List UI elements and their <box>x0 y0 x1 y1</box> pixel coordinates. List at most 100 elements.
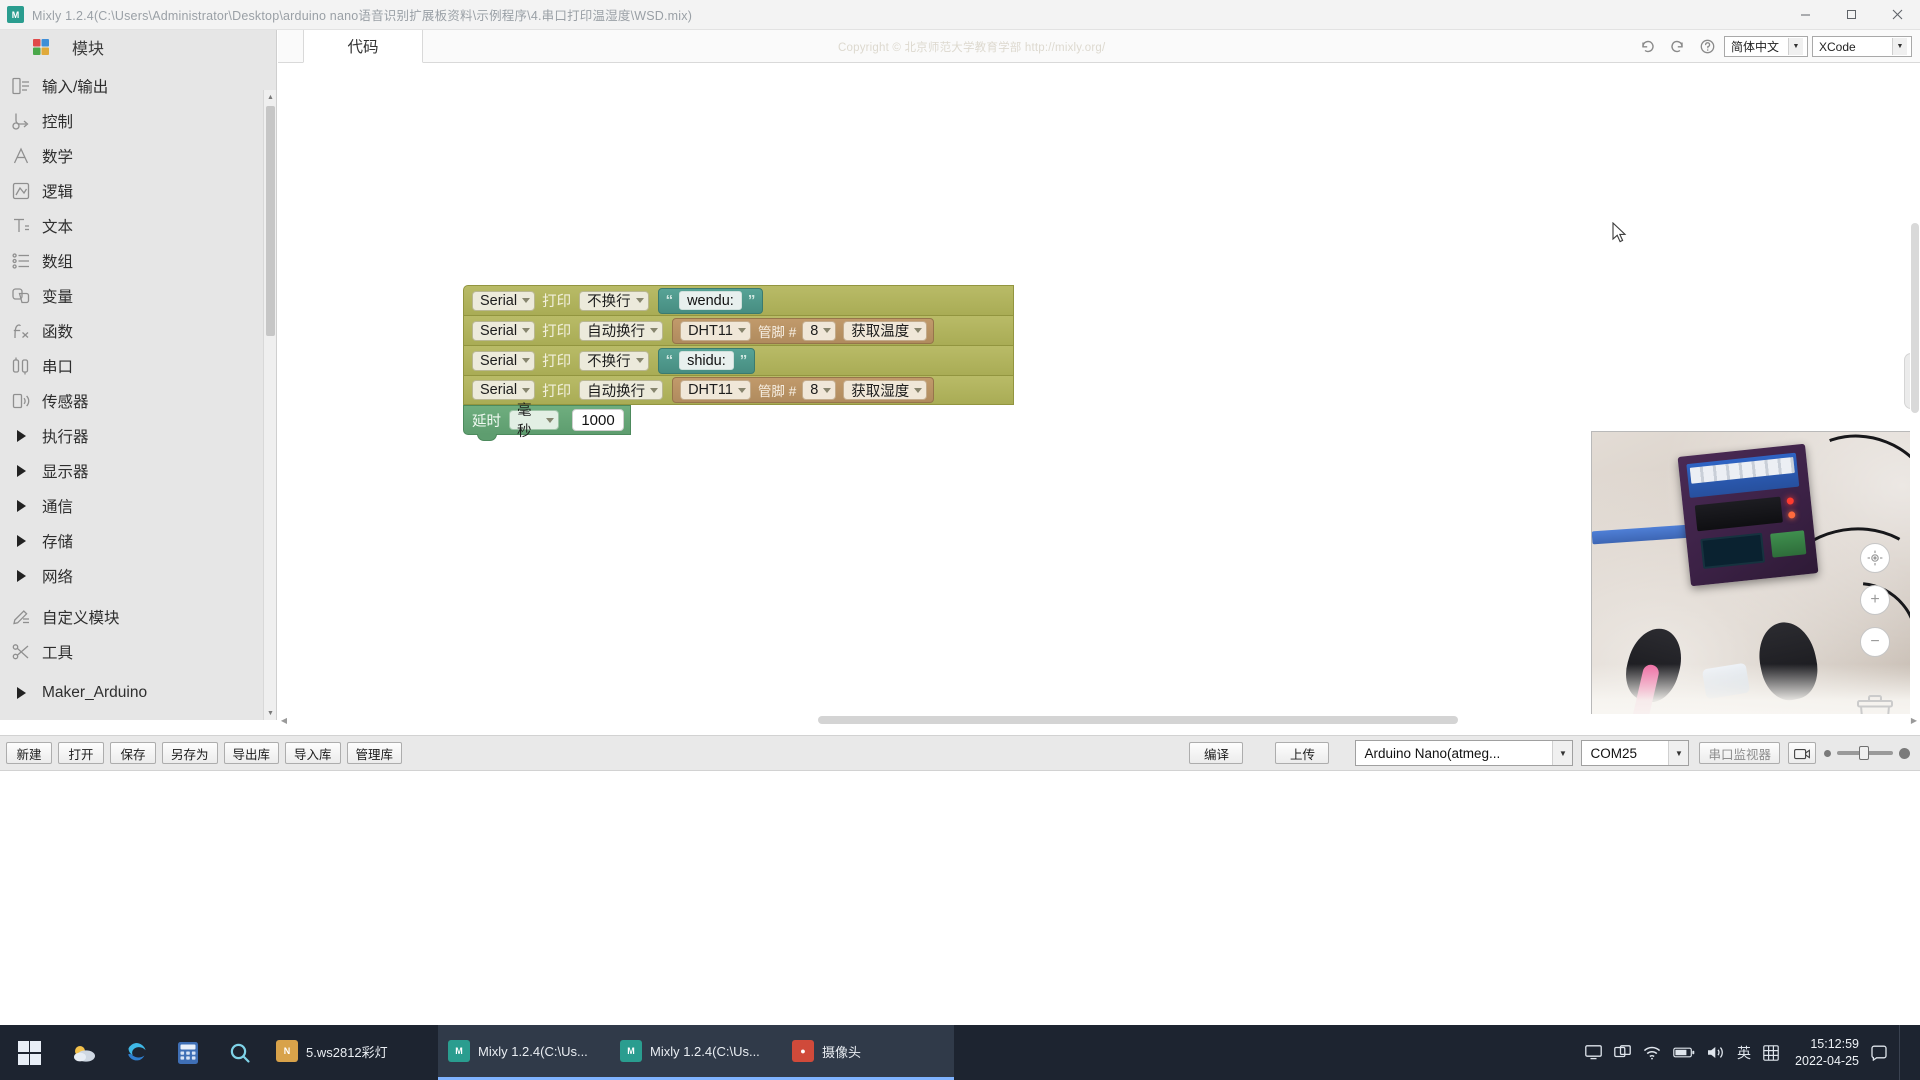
sidebar-item-4[interactable]: 逻辑 <box>0 173 276 208</box>
taskbar-app-1[interactable]: N 5.ws2812彩灯 <box>266 1025 438 1080</box>
serial-port-dropdown[interactable]: Serial <box>472 290 536 311</box>
dht-model-dropdown[interactable]: DHT11 <box>680 380 751 400</box>
text-string-block[interactable]: “ shidu: ” <box>657 347 756 374</box>
newline-dropdown[interactable]: 不换行 <box>579 350 649 371</box>
tab-code[interactable]: 代码 <box>303 30 423 63</box>
delay-block[interactable]: 延时 毫秒 1000 <box>463 403 631 441</box>
zoom-out-icon[interactable]: − <box>1860 627 1890 657</box>
monitor-icon[interactable] <box>1585 1045 1602 1060</box>
dht-model-dropdown[interactable]: DHT11 <box>680 320 751 341</box>
sidebar-item-7[interactable]: 变量 <box>0 278 276 313</box>
language-select[interactable]: 简体中文 ▼ <box>1724 36 1808 57</box>
edge-icon[interactable] <box>110 1025 162 1080</box>
block-stack[interactable]: Serial 打印 不换行 “ wendu: ” Serial 打印 自动换行 … <box>463 285 1014 441</box>
sidebar-item-2[interactable]: 控制 <box>0 103 276 138</box>
upload-button[interactable]: 上传 <box>1275 742 1330 764</box>
toolbar-button-2[interactable]: 打开 <box>58 742 104 764</box>
scrollbar-thumb[interactable] <box>1911 223 1919 413</box>
ime-indicator[interactable]: 英 <box>1737 1043 1751 1063</box>
newline-dropdown[interactable]: 自动换行 <box>579 320 664 341</box>
camera-icon[interactable] <box>1788 742 1816 764</box>
sidebar-item-1[interactable]: 输入/输出 <box>0 68 276 103</box>
sidebar-item-11[interactable]: 执行器 <box>0 418 276 453</box>
serial-print-block[interactable]: Serial 打印 不换行 “ wendu: ” <box>463 285 1014 315</box>
scroll-down-icon[interactable]: ▼ <box>264 706 277 720</box>
toolbar-button-3[interactable]: 保存 <box>110 742 156 764</box>
wifi-icon[interactable] <box>1643 1046 1661 1060</box>
clock[interactable]: 15:12:59 2022-04-25 <box>1795 1036 1859 1070</box>
sidebar-item-6[interactable]: 数组 <box>0 243 276 278</box>
dht-read-dropdown[interactable]: 获取温度 <box>843 320 928 341</box>
undo-icon[interactable] <box>1634 34 1660 60</box>
calculator-icon[interactable] <box>162 1025 214 1080</box>
blockly-workspace[interactable]: Serial 打印 不换行 “ wendu: ” Serial 打印 自动换行 … <box>278 63 1920 720</box>
scroll-right-icon[interactable]: ▶ <box>1908 714 1920 726</box>
toolbar-button-1[interactable]: 新建 <box>6 742 52 764</box>
windows-start-icon[interactable] <box>0 1025 58 1080</box>
grid-icon[interactable] <box>1763 1044 1779 1061</box>
serial-port-dropdown[interactable]: Serial <box>472 320 536 341</box>
serial-port-dropdown[interactable]: Serial <box>472 380 536 400</box>
show-desktop-button[interactable] <box>1899 1025 1908 1080</box>
workspace-vertical-scrollbar[interactable] <box>1910 63 1920 714</box>
notification-icon[interactable] <box>1871 1045 1887 1061</box>
help-icon[interactable] <box>1694 34 1720 60</box>
sidebar-item-12[interactable]: 显示器 <box>0 453 276 488</box>
display-icon[interactable] <box>1614 1045 1631 1060</box>
sidebar-item-8[interactable]: 函数 <box>0 313 276 348</box>
scrollbar-thumb[interactable] <box>266 106 275 336</box>
slider-track[interactable] <box>1837 746 1893 760</box>
zoom-in-icon[interactable]: + <box>1860 585 1890 615</box>
pin-dropdown[interactable]: 8 <box>802 320 837 341</box>
pin-dropdown[interactable]: 8 <box>802 380 837 400</box>
workspace-horizontal-scrollbar[interactable]: ◀ ▶ <box>278 714 1920 726</box>
battery-icon[interactable] <box>1673 1046 1695 1059</box>
taskbar-app-2[interactable]: M Mixly 1.2.4(C:\Us... <box>438 1025 610 1080</box>
sidebar-item-17[interactable]: 工具 <box>0 634 276 669</box>
toolbar-button-5[interactable]: 导出库 <box>223 742 280 764</box>
zoom-reset-icon[interactable] <box>1860 543 1890 573</box>
sidebar-item-16[interactable]: 自定义模块 <box>0 599 276 634</box>
taskbar-app-4[interactable]: ● 摄像头 <box>782 1025 954 1080</box>
redo-icon[interactable] <box>1664 34 1690 60</box>
serial-port-dropdown[interactable]: Serial <box>472 350 536 371</box>
code-mode-select[interactable]: XCode ▼ <box>1812 36 1912 57</box>
serial-print-block[interactable]: Serial 打印 不换行 “ shidu: ” <box>463 345 1014 375</box>
newline-dropdown[interactable]: 自动换行 <box>579 380 664 400</box>
delay-value-input[interactable]: 1000 <box>572 409 624 431</box>
scroll-left-icon[interactable]: ◀ <box>278 714 290 726</box>
sidebar-item-10[interactable]: 传感器 <box>0 383 276 418</box>
serial-print-block[interactable]: Serial 打印 自动换行 DHT11 管脚 # 8 获取温度 <box>463 315 1014 345</box>
text-value[interactable]: wendu: <box>679 291 742 310</box>
board-select[interactable]: Arduino Nano(atmeg... ▼ <box>1355 740 1574 766</box>
sidebar-item-18[interactable]: Maker_Arduino <box>0 675 276 710</box>
sidebar-scrollbar[interactable]: ▲ ▼ <box>263 90 276 720</box>
compile-button[interactable]: 编译 <box>1189 742 1244 764</box>
sidebar-item-14[interactable]: 存储 <box>0 523 276 558</box>
sidebar-item-3[interactable]: 数学 <box>0 138 276 173</box>
minimize-button[interactable] <box>1782 0 1828 30</box>
volume-slider[interactable] <box>1824 746 1910 760</box>
weather-icon[interactable] <box>58 1025 110 1080</box>
newline-dropdown[interactable]: 不换行 <box>579 290 649 311</box>
dht-sensor-block[interactable]: DHT11 管脚 # 8 获取湿度 <box>672 377 935 403</box>
maximize-button[interactable] <box>1828 0 1874 30</box>
sidebar-item-9[interactable]: 串口 <box>0 348 276 383</box>
scrollbar-thumb[interactable] <box>818 716 1458 724</box>
slider-knob[interactable] <box>1859 746 1869 760</box>
taskbar-app-3[interactable]: M Mixly 1.2.4(C:\Us... <box>610 1025 782 1080</box>
serial-monitor-button[interactable]: 串口监视器 <box>1699 742 1780 764</box>
port-select[interactable]: COM25 ▼ <box>1581 740 1690 766</box>
delay-unit-dropdown[interactable]: 毫秒 <box>509 403 559 440</box>
volume-icon[interactable] <box>1707 1045 1725 1060</box>
toolbar-button-4[interactable]: 另存为 <box>162 742 218 764</box>
dht-sensor-block[interactable]: DHT11 管脚 # 8 获取温度 <box>672 317 935 344</box>
sidebar-item-15[interactable]: 网络 <box>0 558 276 593</box>
sidebar-item-5[interactable]: 文本 <box>0 208 276 243</box>
close-button[interactable] <box>1874 0 1920 30</box>
text-string-block[interactable]: “ wendu: ” <box>657 287 764 314</box>
toolbar-button-6[interactable]: 导入库 <box>285 742 341 764</box>
toolbar-button-7[interactable]: 管理库 <box>346 742 403 764</box>
sidebar-item-13[interactable]: 通信 <box>0 488 276 523</box>
text-value[interactable]: shidu: <box>679 351 734 370</box>
